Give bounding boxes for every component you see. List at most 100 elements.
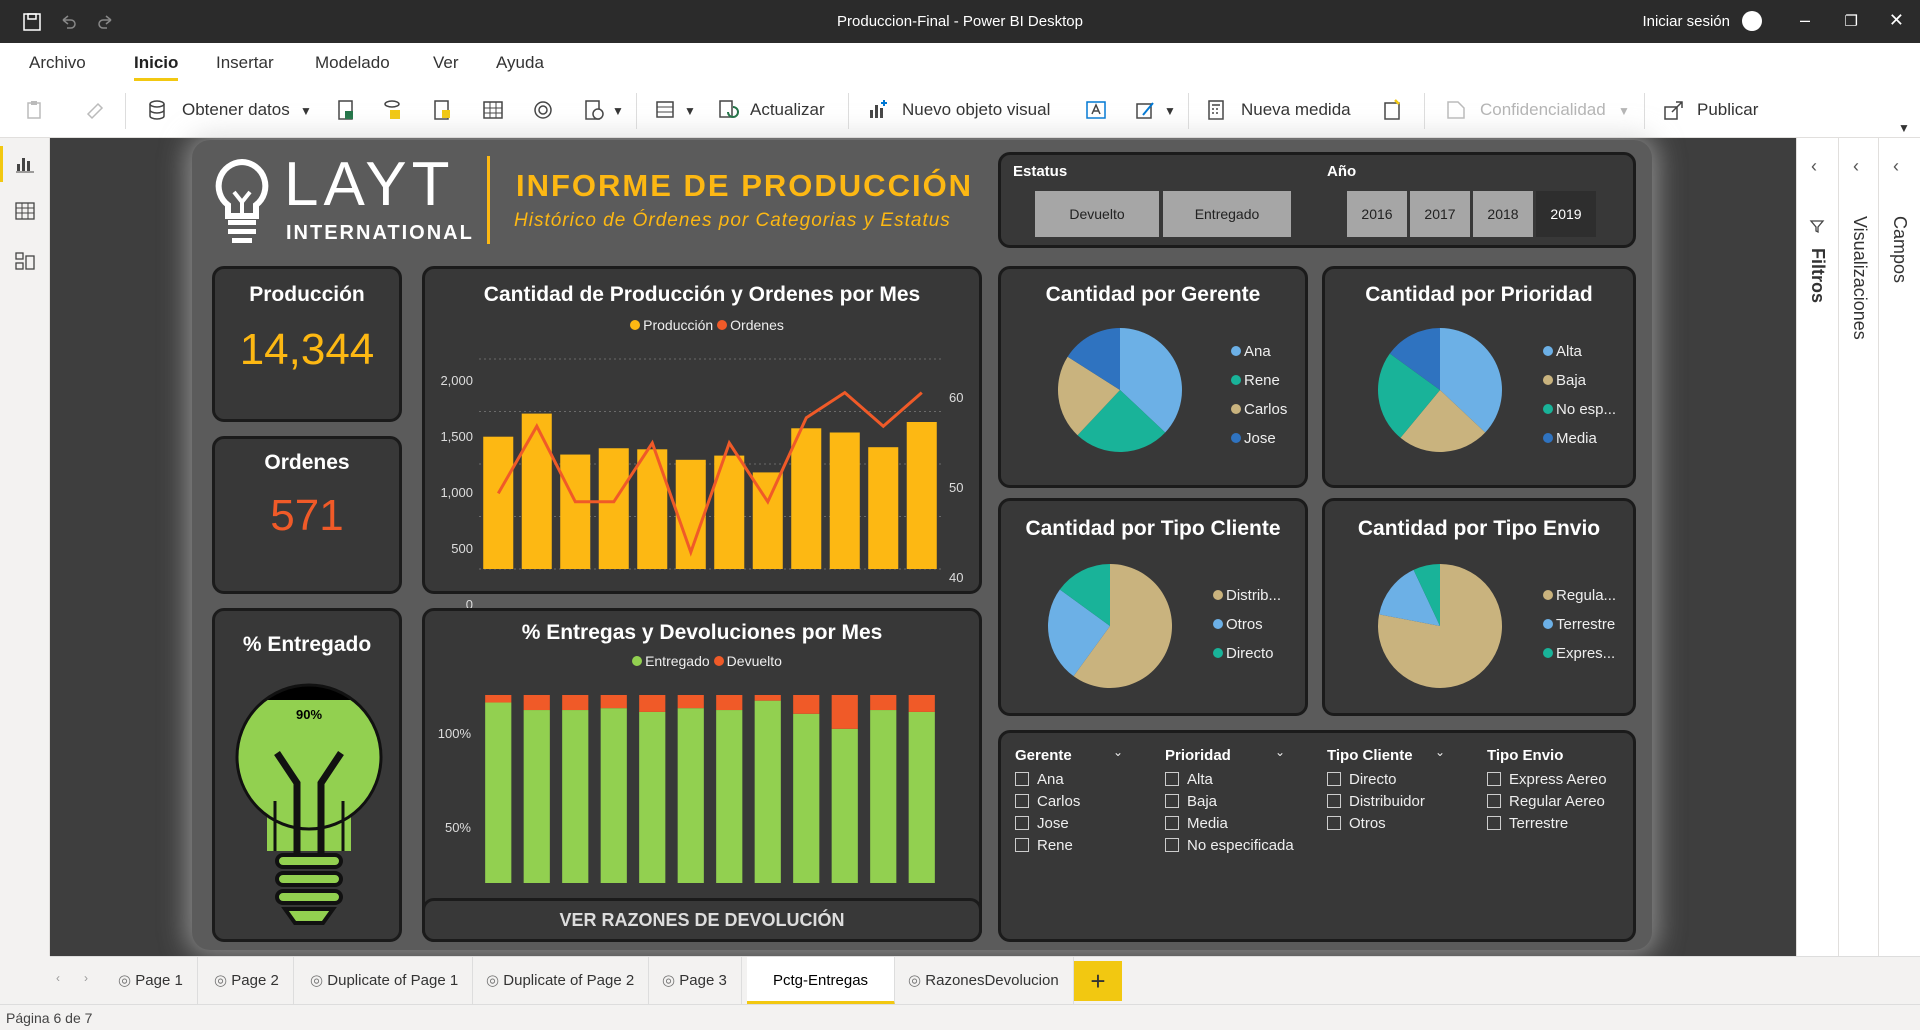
more-visuals-icon[interactable] <box>1134 98 1158 122</box>
produccion-bar[interactable] <box>791 428 822 569</box>
devuelto-bar[interactable] <box>793 695 820 714</box>
estatus-entregado-button[interactable]: Entregado <box>1163 191 1291 237</box>
entregado-bar[interactable] <box>677 708 704 883</box>
devuelto-bar[interactable] <box>562 695 589 711</box>
produccion-bar[interactable] <box>560 454 591 569</box>
slicer-item[interactable]: Rene <box>1015 835 1080 857</box>
tipo-envio-pie-chart[interactable] <box>1375 561 1505 691</box>
anio-2017-button[interactable]: 2017 <box>1410 191 1470 237</box>
filtros-pane[interactable]: ‹ Filtros <box>1796 138 1838 956</box>
chevron-down-icon[interactable]: ▼ <box>1164 104 1176 118</box>
slicer-item[interactable]: Express Aereo <box>1487 769 1607 791</box>
chevron-down-icon[interactable]: ⌄ <box>1113 745 1123 759</box>
chevron-down-icon[interactable]: ▼ <box>684 104 696 118</box>
report-view-icon[interactable] <box>14 152 36 174</box>
slicer-item[interactable]: Carlos <box>1015 791 1080 813</box>
transform-icon[interactable] <box>582 98 606 122</box>
devuelto-bar[interactable] <box>485 695 512 703</box>
add-page-button[interactable]: + <box>1074 961 1122 1001</box>
chevron-left-icon[interactable]: ‹ <box>1893 156 1899 177</box>
devuelto-bar[interactable] <box>600 695 627 709</box>
entregado-bar[interactable] <box>870 710 897 883</box>
recent-sources-icon[interactable] <box>531 98 555 122</box>
visualizaciones-label[interactable]: Visualizaciones <box>1849 216 1870 340</box>
obtener-datos-button[interactable]: Obtener datos <box>182 100 290 120</box>
page-tab-2[interactable]: ◎ Page 2 <box>200 957 294 1005</box>
visualizaciones-pane[interactable]: ‹ Visualizaciones <box>1838 138 1878 956</box>
text-box-icon[interactable] <box>1084 98 1108 122</box>
slicer-item[interactable]: Media <box>1165 813 1294 835</box>
chevron-down-icon[interactable]: ⌄ <box>1435 745 1445 759</box>
chevron-down-icon[interactable]: ▼ <box>612 104 624 118</box>
chevron-down-icon[interactable]: ⌄ <box>1275 745 1285 759</box>
slicer-item[interactable]: Distribuidor <box>1327 791 1425 813</box>
slicer-item[interactable]: Baja <box>1165 791 1294 813</box>
estatus-devuelto-button[interactable]: Devuelto <box>1035 191 1159 237</box>
nueva-medida-button[interactable]: Nueva medida <box>1241 100 1351 120</box>
devuelto-bar[interactable] <box>677 695 704 709</box>
scroll-right-icon[interactable]: › <box>84 971 88 985</box>
entregado-bar[interactable] <box>639 711 666 883</box>
close-icon[interactable]: ✕ <box>1889 10 1904 31</box>
devuelto-bar[interactable] <box>908 695 935 712</box>
ribbon-collapse-icon[interactable]: ▼ <box>1898 121 1910 135</box>
page-tab-7[interactable]: ◎ RazonesDevolucion <box>894 957 1074 1005</box>
new-visual-icon[interactable] <box>866 98 890 122</box>
campos-label[interactable]: Campos <box>1889 216 1910 283</box>
tab-ayuda[interactable]: Ayuda <box>496 53 544 73</box>
produccion-bar[interactable] <box>637 449 668 569</box>
produccion-bar[interactable] <box>868 447 899 569</box>
slicer-item[interactable]: No especificada <box>1165 835 1294 857</box>
tipo-cliente-pie-chart[interactable] <box>1045 561 1175 691</box>
produccion-bar[interactable] <box>598 448 629 569</box>
devuelto-bar[interactable] <box>754 695 781 701</box>
edit-queries-icon[interactable] <box>654 98 678 122</box>
minimize-icon[interactable]: – <box>1800 10 1810 31</box>
slicer-item[interactable]: Ana <box>1015 769 1080 791</box>
campos-pane[interactable]: ‹ Campos <box>1878 138 1920 956</box>
page-tab-6[interactable]: Pctg-Entregas <box>747 957 896 1005</box>
tab-insertar[interactable]: Insertar <box>216 53 274 73</box>
devuelto-bar[interactable] <box>870 695 897 711</box>
slicer-item[interactable]: Terrestre <box>1487 813 1607 835</box>
scroll-left-icon[interactable]: ‹ <box>56 971 60 985</box>
entregado-bar[interactable] <box>523 710 550 883</box>
calculator-icon[interactable] <box>1204 98 1228 122</box>
prioridad-pie-chart[interactable] <box>1375 325 1505 455</box>
model-view-icon[interactable] <box>14 250 36 272</box>
page-tab-1[interactable]: ◎ Page 1 <box>104 957 198 1005</box>
anio-2018-button[interactable]: 2018 <box>1473 191 1533 237</box>
produccion-bar[interactable] <box>483 436 514 569</box>
tab-inicio[interactable]: Inicio <box>134 53 179 81</box>
slicer-item[interactable]: Jose <box>1015 813 1080 835</box>
enter-data-icon[interactable] <box>481 98 505 122</box>
devuelto-bar[interactable] <box>523 695 550 711</box>
entregado-bar[interactable] <box>908 711 935 883</box>
entregado-bar[interactable] <box>716 710 743 883</box>
stacked-chart-plot[interactable] <box>479 691 941 885</box>
entregado-bar[interactable] <box>562 710 589 883</box>
anio-2016-button[interactable]: 2016 <box>1347 191 1407 237</box>
nuevo-objeto-visual-button[interactable]: Nuevo objeto visual <box>902 100 1050 120</box>
actualizar-button[interactable]: Actualizar <box>750 100 825 120</box>
produccion-bar[interactable] <box>521 413 552 569</box>
signin-link[interactable]: Iniciar sesión <box>1642 13 1730 30</box>
ver-razones-button[interactable]: VER RAZONES DE DEVOLUCIÓN <box>422 898 982 942</box>
slicer-item[interactable]: Directo <box>1327 769 1425 791</box>
slicer-item[interactable]: Regular Aereo <box>1487 791 1607 813</box>
produccion-bar[interactable] <box>906 422 937 569</box>
combo-chart-plot[interactable] <box>479 353 941 579</box>
quick-measure-icon[interactable] <box>1380 98 1404 122</box>
chevron-left-icon[interactable]: ‹ <box>1811 156 1817 177</box>
page-tab-5[interactable]: ◎ Page 3 <box>648 957 742 1005</box>
format-painter-icon[interactable] <box>84 98 108 122</box>
restore-icon[interactable]: ❐ <box>1845 12 1858 30</box>
filtros-label[interactable]: Filtros <box>1807 248 1828 303</box>
excel-icon[interactable] <box>334 98 358 122</box>
dataset-icon[interactable] <box>380 98 404 122</box>
anio-2019-button[interactable]: 2019 <box>1536 191 1596 237</box>
data-view-icon[interactable] <box>14 200 36 222</box>
entregado-bar[interactable] <box>754 700 781 883</box>
chevron-down-icon[interactable]: ▼ <box>300 104 312 118</box>
slicer-item[interactable]: Otros <box>1327 813 1425 835</box>
